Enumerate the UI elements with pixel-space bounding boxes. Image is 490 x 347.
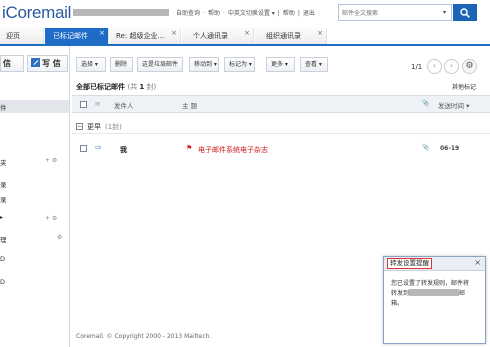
search-scope-dropdown[interactable]: ▾: [443, 9, 446, 16]
mail-checkbox[interactable]: [80, 145, 87, 152]
search-icon: [460, 8, 470, 18]
close-icon[interactable]: ×: [317, 25, 323, 41]
close-icon[interactable]: ×: [474, 258, 481, 267]
select-dropdown[interactable]: 选择 ▾: [76, 57, 106, 72]
tab-org-contacts[interactable]: 组织通讯录 ×: [255, 28, 327, 44]
sidebar-item-d2[interactable]: D: [0, 278, 5, 286]
select-all-checkbox[interactable]: [80, 101, 87, 108]
next-page-button[interactable]: ›: [444, 59, 459, 74]
collapse-icon[interactable]: −: [76, 123, 83, 130]
receive-mail-button[interactable]: 信: [0, 55, 24, 72]
link-separator: |: [297, 10, 300, 17]
tab-flagged-mail[interactable]: 已标记邮件 ×: [45, 28, 109, 44]
left-sidebar: 信 写 信 件 夹 + ⚙ 录 录 ▸ + ⚙ 理 ⚙ D D: [0, 46, 70, 347]
sidebar-item-records[interactable]: 录: [0, 194, 7, 204]
tab-welcome[interactable]: 迎页: [0, 28, 44, 44]
close-icon[interactable]: ×: [99, 25, 105, 41]
tag-actions[interactable]: + ⚙: [45, 215, 57, 222]
top-header: iCoremail 自助查询·帮助·中英文切换设置 ▾|帮助|退出 ▾: [0, 0, 490, 28]
sidebar-item-d1[interactable]: D: [0, 255, 5, 263]
link-separator: ·: [222, 10, 225, 17]
search-box: ▾: [338, 4, 452, 21]
manage-actions[interactable]: ⚙: [57, 234, 62, 241]
sidebar-item-label: 件: [0, 104, 7, 112]
folder-count: (共 1 封): [127, 83, 157, 91]
column-subject[interactable]: 主 题: [182, 100, 197, 110]
delete-button[interactable]: 删除: [110, 57, 133, 72]
folder-actions[interactable]: + ⚙: [45, 157, 57, 164]
copyright-footer: Coremail. © Copyright 2000 - 2013 Mailte…: [76, 333, 212, 340]
user-account-redacted: [73, 9, 169, 16]
mail-list-header: ✉ 发件人 主 题 📎 发送时间 ▾: [72, 95, 490, 113]
move-to-dropdown[interactable]: 移动到 ▾: [189, 57, 219, 72]
flag-icon[interactable]: ⚑: [186, 144, 192, 152]
column-sender[interactable]: 发件人: [114, 100, 134, 110]
sidebar-item-tags[interactable]: ▸: [0, 214, 3, 221]
tab-reply-mail[interactable]: Re: 超级企业... ×: [110, 28, 181, 44]
attachment-icon: 📎: [422, 100, 430, 107]
group-count: (1封): [105, 123, 122, 131]
sidebar-item-manage[interactable]: 理: [0, 234, 7, 244]
popup-message: 您已设置了转发规则，邮件将 转发到邮 箱。: [391, 280, 470, 307]
compose-icon: [31, 58, 40, 67]
group-earlier: − 更早 (1封): [72, 121, 490, 134]
popup-header: 转发设置提醒 ×: [384, 257, 485, 271]
mail-row[interactable]: ⇨ 我 ⚑ 电子邮件系统电子杂志 📎 06-19: [72, 141, 490, 158]
prev-page-button[interactable]: ‹: [427, 59, 442, 74]
folder-title: 全部已标记邮件 (共 1 封): [76, 83, 157, 91]
compose-button[interactable]: 写 信: [27, 55, 68, 72]
link-help-sub[interactable]: 帮助: [208, 10, 220, 17]
search-button[interactable]: [453, 4, 477, 21]
link-self-service[interactable]: 自助查询: [176, 10, 200, 17]
redacted-email: [409, 289, 460, 296]
mail-sender: 我: [120, 146, 127, 154]
gear-icon[interactable]: ⚙: [462, 59, 477, 74]
column-send-time[interactable]: 发送时间 ▾: [438, 100, 469, 110]
close-icon[interactable]: ×: [171, 25, 177, 41]
sidebar-item-contacts[interactable]: 录: [0, 179, 7, 189]
link-separator: ·: [203, 10, 205, 17]
forward-settings-popup: 转发设置提醒 × 您已设置了转发规则，邮件将 转发到邮 箱。: [383, 256, 486, 344]
help-link[interactable]: 帮助: [283, 10, 295, 17]
more-dropdown[interactable]: 更多 ▾: [266, 57, 295, 72]
other-tags-link[interactable]: 其他标记: [452, 82, 476, 91]
view-dropdown[interactable]: 查看 ▾: [300, 57, 328, 72]
coremail-logo[interactable]: iCoremail: [2, 3, 71, 23]
group-label: 更早: [87, 123, 101, 131]
search-input[interactable]: [342, 7, 438, 19]
popup-title: 转发设置提醒: [387, 258, 432, 269]
close-icon[interactable]: ×: [244, 25, 250, 41]
link-separator: |: [277, 10, 280, 17]
mail-date: 06-19: [440, 145, 460, 152]
tab-bar: 迎页 已标记邮件 × Re: 超级企业... × 个人通讯录 × 组织通讯录 ×: [0, 28, 490, 46]
sidebar-item-folders[interactable]: 夹: [0, 157, 7, 167]
logout-link[interactable]: 退出: [303, 10, 315, 17]
page-indicator: 1/1: [411, 63, 423, 71]
top-links: 自助查询 · 帮助 · 中英文切换设置 ▾ | 帮助 | 退出: [176, 8, 318, 17]
mail-subject[interactable]: 电子邮件系统电子杂志: [198, 145, 268, 155]
envelope-icon: ✉: [95, 100, 101, 108]
mark-spam-button[interactable]: 这是垃圾邮件: [137, 57, 183, 72]
sidebar-item-flagged[interactable]: [0, 100, 69, 113]
forwarded-icon: ⇨: [95, 143, 102, 152]
mark-as-dropdown[interactable]: 标记为 ▾: [224, 57, 255, 72]
attachment-icon: 📎: [422, 144, 430, 151]
tab-personal-contacts[interactable]: 个人通讯录 ×: [182, 28, 254, 44]
language-settings-link[interactable]: 中英文切换设置 ▾: [228, 10, 275, 17]
